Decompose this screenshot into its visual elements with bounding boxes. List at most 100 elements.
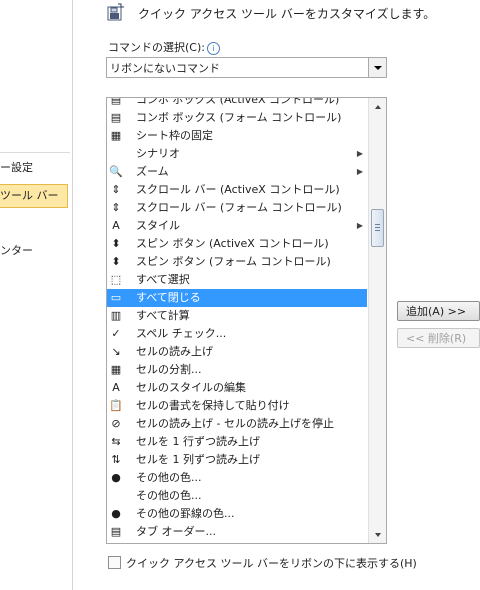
list-item[interactable]: ● その他の色... bbox=[107, 469, 367, 487]
list-item[interactable]: ⊘ セルの読み上げ - セルの読み上げを停止 bbox=[107, 415, 367, 433]
list-item[interactable]: ⇕ スクロール バー (ActiveX コントロール) bbox=[107, 181, 367, 199]
list-item-label: スタイル bbox=[136, 219, 180, 232]
nav-item-trust-center[interactable]: ンター bbox=[0, 240, 68, 262]
list-item-label: シート枠の固定 bbox=[136, 129, 213, 142]
arrow-up-icon bbox=[374, 104, 381, 109]
stop-speaking-icon: ⊘ bbox=[111, 417, 121, 430]
dropdown-button[interactable] bbox=[368, 58, 386, 77]
options-nav-pane: ー設定 ツール バー ンター bbox=[0, 0, 73, 590]
list-item[interactable]: 🔍 ズーム ▶ bbox=[107, 163, 367, 181]
list-item-label: その他の色... bbox=[136, 489, 202, 502]
speak-by-columns-icon: ⇅ bbox=[111, 453, 121, 466]
list-item[interactable]: ✓ スペル チェック... bbox=[107, 325, 367, 343]
list-item-label: セルの読み上げ - セルの読み上げを停止 bbox=[136, 417, 334, 430]
list-item[interactable]: ▤ コンボ ボックス (ActiveX コントロール) bbox=[107, 97, 367, 109]
list-item-label: タブ オーダー... bbox=[136, 525, 216, 538]
scroll-down-button[interactable] bbox=[369, 526, 386, 543]
list-item-label: ズーム bbox=[136, 165, 169, 178]
scrollbar-activex-icon: ⇕ bbox=[111, 183, 121, 196]
list-item-label: すべて選択 bbox=[136, 273, 190, 286]
list-item-label: コンボ ボックス (フォーム コントロール) bbox=[136, 111, 342, 124]
add-button[interactable]: 追加(A) >> bbox=[397, 301, 480, 321]
list-item[interactable]: ▦ セルの分割... bbox=[107, 361, 367, 379]
spin-activex-icon: ⬍ bbox=[111, 237, 121, 250]
list-item[interactable]: ⬍ スピン ボタン (フォーム コントロール) bbox=[107, 253, 367, 271]
list-item[interactable]: 📋 セルの書式を保持して貼り付け bbox=[107, 397, 367, 415]
show-below-ribbon-label: クイック アクセス ツール バーをリボンの下に表示する(H) bbox=[126, 557, 417, 570]
list-item-label: スクロール バー (ActiveX コントロール) bbox=[136, 183, 340, 196]
spin-form-icon: ⬍ bbox=[111, 255, 121, 268]
list-item-label: セルの書式を保持して貼り付け bbox=[136, 399, 290, 412]
close-all-icon: ▭ bbox=[110, 291, 122, 304]
grip-line bbox=[375, 230, 380, 231]
speak-by-rows-icon: ⇆ bbox=[111, 435, 121, 448]
nav-item-label: ツール バー bbox=[0, 189, 59, 202]
list-item[interactable]: ⬍ スピン ボタン (ActiveX コントロール) bbox=[107, 235, 367, 253]
select-all-icon: ⬚ bbox=[110, 273, 122, 286]
command-select-label: コマンドの選択(C): i bbox=[108, 39, 220, 55]
remove-button[interactable]: << 削除(R) bbox=[397, 328, 480, 348]
list-item[interactable]: ▥ すべて計算 bbox=[107, 307, 367, 325]
list-item[interactable]: ⇅ セルを 1 列ずつ読み上げ bbox=[107, 451, 367, 469]
dropdown-value: リボンにないコマンド bbox=[110, 62, 220, 75]
list-item[interactable]: その他の色... bbox=[107, 487, 367, 505]
split-cells-icon: ▦ bbox=[110, 363, 122, 376]
list-item-label: スピン ボタン (ActiveX コントロール) bbox=[136, 237, 329, 250]
list-item[interactable]: ▭ すべて閉じる bbox=[107, 289, 367, 307]
command-source-dropdown[interactable]: リボンにないコマンド bbox=[106, 57, 387, 78]
submenu-arrow-icon: ▶ bbox=[356, 149, 363, 158]
scroll-thumb[interactable] bbox=[371, 209, 384, 247]
submenu-arrow-icon: ▶ bbox=[356, 167, 363, 176]
nav-item-quick-access-toolbar[interactable]: ツール バー bbox=[0, 184, 68, 208]
list-item-label: すべて閉じる bbox=[136, 291, 201, 304]
list-item[interactable]: シナリオ ▶ bbox=[107, 145, 367, 163]
submenu-arrow-icon: ▶ bbox=[356, 221, 363, 230]
info-icon: i bbox=[206, 41, 220, 55]
list-item-label: その他の色... bbox=[136, 471, 202, 484]
list-item[interactable]: ▤ コンボ ボックス (フォーム コントロール) bbox=[107, 109, 367, 127]
grip-line bbox=[375, 224, 380, 225]
combobox-activex-icon: ▤ bbox=[110, 97, 122, 106]
list-item-label: セルを 1 行ずつ読み上げ bbox=[136, 435, 260, 448]
command-list[interactable]: ▤ コンボ ボックス (ActiveX コントロール) ▤ コンボ ボックス (フォー… bbox=[106, 97, 387, 544]
list-item-label: スピン ボタン (フォーム コントロール) bbox=[136, 255, 331, 268]
list-item[interactable]: ⇕ スクロール バー (フォーム コントロール) bbox=[107, 199, 367, 217]
calculate-all-icon: ▥ bbox=[110, 309, 122, 322]
list-item[interactable]: ▤ タブ オーダー... bbox=[107, 523, 367, 541]
list-item-label: セルのスタイルの編集 bbox=[136, 381, 246, 394]
list-item[interactable]: ⇆ セルを 1 行ずつ読み上げ bbox=[107, 433, 367, 451]
list-item-label: すべて計算 bbox=[136, 309, 190, 322]
list-item-label: セルの読み上げ bbox=[136, 345, 213, 358]
list-item[interactable]: A スタイル ▶ bbox=[107, 217, 367, 235]
list-item[interactable]: ↘ セルの読み上げ bbox=[107, 343, 367, 361]
speak-cells-icon: ↘ bbox=[111, 345, 121, 358]
tab-order-icon: ▤ bbox=[110, 525, 122, 538]
show-below-ribbon-checkbox[interactable] bbox=[108, 556, 121, 569]
list-item[interactable]: ▦ シート枠の固定 bbox=[107, 127, 367, 145]
scroll-up-button[interactable] bbox=[369, 98, 386, 115]
nav-item-label: ー設定 bbox=[0, 161, 33, 174]
qat-customize-icon bbox=[107, 3, 124, 21]
list-scrollbar[interactable] bbox=[368, 98, 386, 543]
freeze-panes-icon: ▦ bbox=[110, 129, 122, 142]
scrollbar-form-icon: ⇕ bbox=[111, 201, 121, 214]
spelling-icon: ✓ bbox=[111, 327, 121, 340]
list-item-label: その他の罫線の色... bbox=[136, 507, 235, 520]
nav-separator bbox=[0, 152, 70, 153]
arrow-down-icon bbox=[374, 532, 381, 537]
more-colors-icon: ● bbox=[111, 471, 121, 484]
list-item-label: スペル チェック... bbox=[136, 327, 227, 340]
list-item[interactable]: ● その他の罫線の色... bbox=[107, 505, 367, 523]
list-item-label: シナリオ bbox=[136, 147, 180, 160]
list-item-label: セルの分割... bbox=[136, 363, 202, 376]
combobox-form-icon: ▤ bbox=[110, 111, 122, 124]
list-item-label: コンボ ボックス (ActiveX コントロール) bbox=[136, 97, 340, 106]
grip-line bbox=[375, 227, 380, 228]
style-icon: A bbox=[112, 219, 120, 232]
page-title: クイック アクセス ツール バーをカスタマイズします。 bbox=[138, 7, 436, 21]
nav-item-advanced[interactable]: ー設定 bbox=[0, 157, 68, 179]
zoom-icon: 🔍 bbox=[109, 165, 123, 178]
chevron-down-icon bbox=[373, 65, 382, 70]
list-item[interactable]: ⬚ すべて選択 bbox=[107, 271, 367, 289]
list-item[interactable]: A セルのスタイルの編集 bbox=[107, 379, 367, 397]
